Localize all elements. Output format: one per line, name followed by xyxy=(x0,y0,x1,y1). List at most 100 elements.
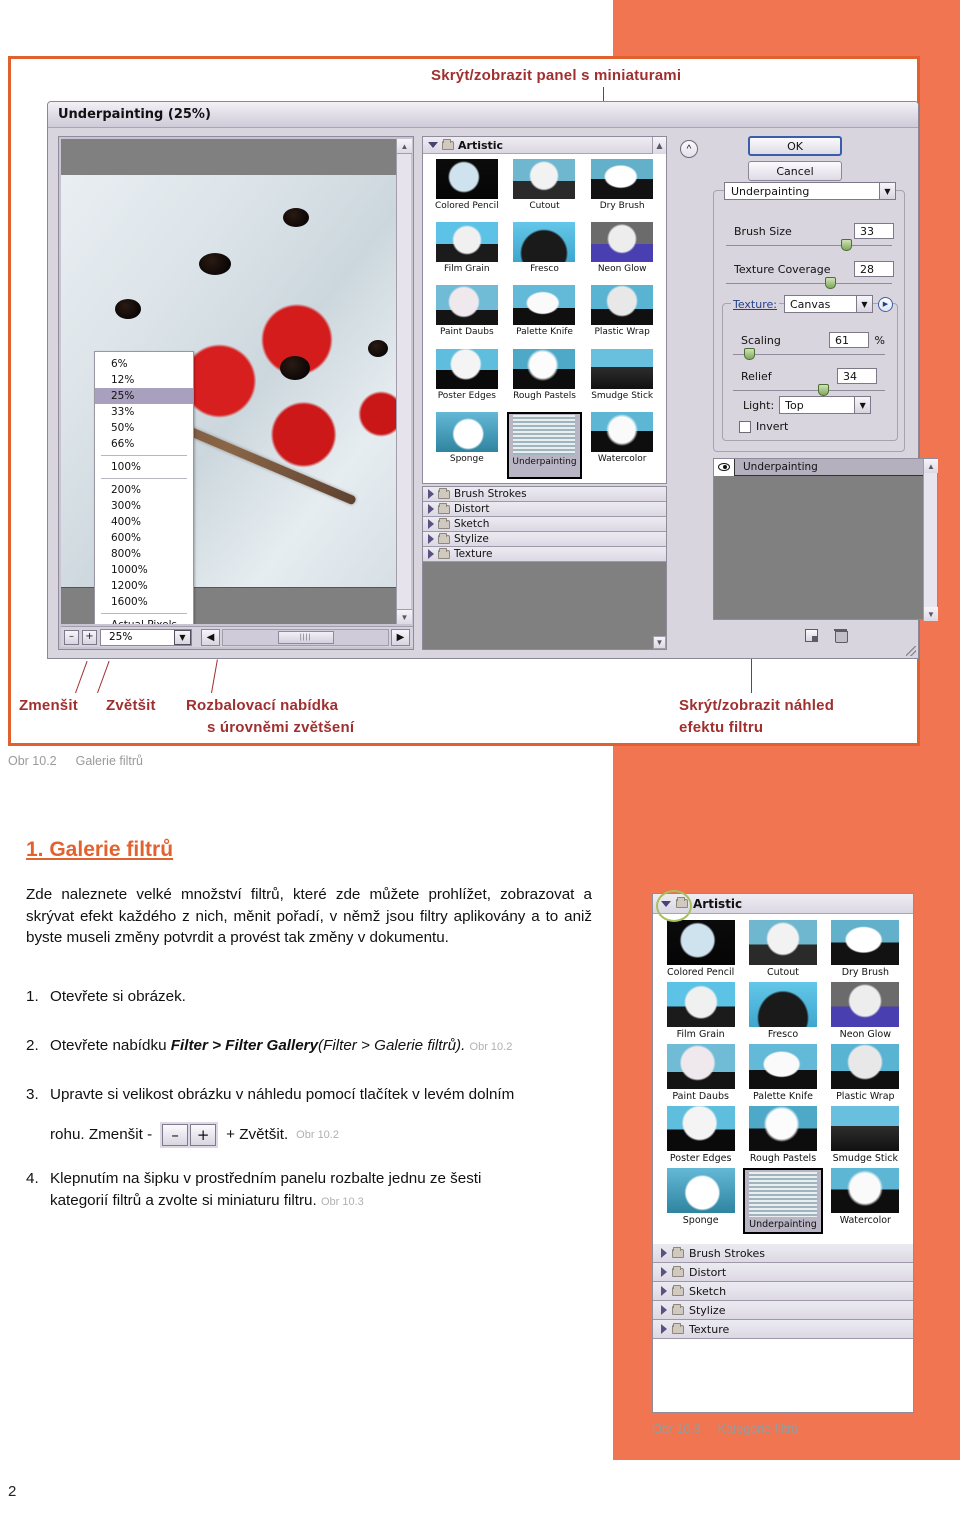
category-row-texture[interactable]: Texture xyxy=(423,547,666,562)
category-row-texture[interactable]: Texture xyxy=(653,1320,913,1339)
thumbnail-item[interactable]: Smudge Stick xyxy=(826,1106,905,1164)
thumbnail-item[interactable]: Cutout xyxy=(743,920,822,978)
thumbnail-item[interactable]: Poster Edges xyxy=(429,348,505,410)
zoom-in-button[interactable]: + xyxy=(82,629,97,645)
thumbnail-item[interactable]: Poster Edges xyxy=(661,1106,740,1164)
category-row-stylize[interactable]: Stylize xyxy=(653,1301,913,1320)
invert-checkbox[interactable] xyxy=(739,420,751,433)
zoom-option[interactable]: 100% xyxy=(95,459,193,475)
zoom-option[interactable]: 50% xyxy=(95,420,193,436)
zoom-option[interactable]: 600% xyxy=(95,530,193,546)
zoom-option[interactable]: 300% xyxy=(95,498,193,514)
texture-coverage-slider-knob[interactable] xyxy=(825,277,836,289)
zoom-option[interactable]: 1200% xyxy=(95,578,193,594)
thumbnail-item[interactable]: Rough Pastels xyxy=(743,1106,822,1164)
thumbnail-item[interactable]: Watercolor xyxy=(826,1168,905,1234)
preview-horizontal-scrollbar[interactable]: ◀ |||| ▶ xyxy=(201,628,410,646)
category-row-sketch[interactable]: Sketch xyxy=(653,1282,913,1301)
filter-layer-row[interactable]: Underpainting xyxy=(714,458,937,476)
thumbnail-item[interactable]: Film Grain xyxy=(429,222,505,283)
thumbnail-item[interactable]: Film Grain xyxy=(661,982,740,1040)
ok-button[interactable]: OK xyxy=(748,136,842,156)
chevron-down-icon[interactable]: ▼ xyxy=(879,183,895,199)
thumbnail-item[interactable]: Fresco xyxy=(743,982,822,1040)
thumbnail-item[interactable]: Fresco xyxy=(507,222,583,283)
scroll-down-icon[interactable]: ▼ xyxy=(397,609,412,624)
thumbnail-item[interactable]: Colored Pencil xyxy=(429,159,505,220)
category-row-brush-strokes[interactable]: Brush Strokes xyxy=(423,487,666,502)
thumbnail-item[interactable]: Rough Pastels xyxy=(507,348,583,410)
category-row-brush-strokes[interactable]: Brush Strokes xyxy=(653,1244,913,1263)
chevron-down-icon[interactable]: ▼ xyxy=(854,397,871,413)
scroll-up-icon[interactable]: ▲ xyxy=(924,459,938,473)
preview-vertical-scrollbar[interactable]: ▲ ▼ xyxy=(396,139,412,624)
texture-coverage-value[interactable]: 28 xyxy=(854,261,894,277)
visibility-toggle[interactable] xyxy=(714,458,735,476)
zoom-option[interactable]: Actual Pixels xyxy=(95,617,193,624)
cancel-button[interactable]: Cancel xyxy=(748,161,842,181)
toggle-thumbnails-panel-button[interactable]: ^ xyxy=(680,140,698,158)
zoom-option[interactable]: 66% xyxy=(95,436,193,452)
filter-name-dropdown[interactable]: Underpainting ▼ xyxy=(724,182,896,200)
scroll-up-icon[interactable]: ▲ xyxy=(652,137,666,154)
chevron-down-icon[interactable]: ▼ xyxy=(856,296,872,312)
relief-value[interactable]: 34 xyxy=(837,368,877,384)
zoom-option[interactable]: 1000% xyxy=(95,562,193,578)
thumbnail-item[interactable]: Plastic Wrap xyxy=(584,285,660,346)
zoom-level-dropdown-menu[interactable]: 6% 12% 25% 33% 50% 66% 100% 200% 300% 40… xyxy=(94,351,194,624)
zoom-option[interactable]: 12% xyxy=(95,372,193,388)
chevron-right-icon[interactable] xyxy=(661,1324,667,1334)
scroll-down-icon[interactable]: ▼ xyxy=(924,607,938,621)
chevron-right-icon[interactable] xyxy=(428,489,434,499)
category-header-artistic[interactable]: Artistic xyxy=(653,894,913,914)
brush-size-slider-knob[interactable] xyxy=(841,239,852,251)
chevron-right-icon[interactable] xyxy=(428,534,434,544)
zoom-out-button-illustration[interactable]: – xyxy=(162,1124,189,1146)
thumbnail-item[interactable]: Paint Daubs xyxy=(661,1044,740,1102)
zoom-option[interactable]: 1600% xyxy=(95,594,193,610)
resize-grip[interactable] xyxy=(906,646,916,656)
category-header-artistic[interactable]: Artistic ▲ xyxy=(423,137,666,154)
thumbnail-item[interactable]: Sponge xyxy=(429,411,505,479)
scaling-value[interactable]: 61 xyxy=(829,332,869,348)
new-effect-layer-icon[interactable] xyxy=(804,628,818,642)
thumbnail-item[interactable]: Watercolor xyxy=(584,411,660,479)
scroll-up-icon[interactable]: ▲ xyxy=(397,139,412,154)
category-row-distort[interactable]: Distort xyxy=(653,1263,913,1282)
thumbnail-item[interactable]: Palette Knife xyxy=(743,1044,822,1102)
texture-dropdown[interactable]: Canvas ▼ xyxy=(783,295,873,313)
relief-slider-knob[interactable] xyxy=(818,384,829,396)
chevron-right-icon[interactable] xyxy=(661,1267,667,1277)
scroll-track[interactable]: |||| xyxy=(222,628,389,646)
thumbnail-item[interactable]: Dry Brush xyxy=(826,920,905,978)
scroll-left-icon[interactable]: ◀ xyxy=(201,628,220,646)
thumbnail-item[interactable]: Plastic Wrap xyxy=(826,1044,905,1102)
category-row-sketch[interactable]: Sketch xyxy=(423,517,666,532)
thumbnail-item[interactable]: Smudge Stick xyxy=(584,348,660,410)
thumbnail-item-selected[interactable]: Underpainting xyxy=(743,1168,823,1234)
chevron-right-icon[interactable] xyxy=(428,504,434,514)
chevron-right-icon[interactable] xyxy=(428,519,434,529)
thumbnail-item[interactable]: Paint Daubs xyxy=(429,285,505,346)
thumbnail-item-selected[interactable]: Underpainting xyxy=(506,411,583,479)
category-row-distort[interactable]: Distort xyxy=(423,502,666,517)
scroll-down-icon[interactable]: ▼ xyxy=(653,636,666,649)
scaling-slider-track[interactable] xyxy=(733,354,885,355)
scroll-thumb[interactable]: |||| xyxy=(277,630,334,644)
zoom-in-button-illustration[interactable]: + xyxy=(190,1124,217,1146)
thumbnail-item[interactable]: Neon Glow xyxy=(826,982,905,1040)
zoom-option[interactable]: 400% xyxy=(95,514,193,530)
zoom-out-button[interactable]: – xyxy=(64,629,79,645)
light-dropdown[interactable]: Top ▼ xyxy=(779,396,872,414)
thumbnail-item[interactable]: Colored Pencil xyxy=(661,920,740,978)
chevron-right-icon[interactable] xyxy=(661,1305,667,1315)
zoom-option[interactable]: 200% xyxy=(95,482,193,498)
zoom-option[interactable]: 6% xyxy=(95,356,193,372)
scaling-slider-knob[interactable] xyxy=(744,348,755,360)
zoom-option[interactable]: 800% xyxy=(95,546,193,562)
delete-effect-layer-icon[interactable] xyxy=(833,628,848,643)
scroll-right-icon[interactable]: ▶ xyxy=(391,628,410,646)
zoom-option-selected[interactable]: 25% xyxy=(95,388,193,404)
thumbnail-item[interactable]: Palette Knife xyxy=(507,285,583,346)
thumbnail-item[interactable]: Neon Glow xyxy=(584,222,660,283)
